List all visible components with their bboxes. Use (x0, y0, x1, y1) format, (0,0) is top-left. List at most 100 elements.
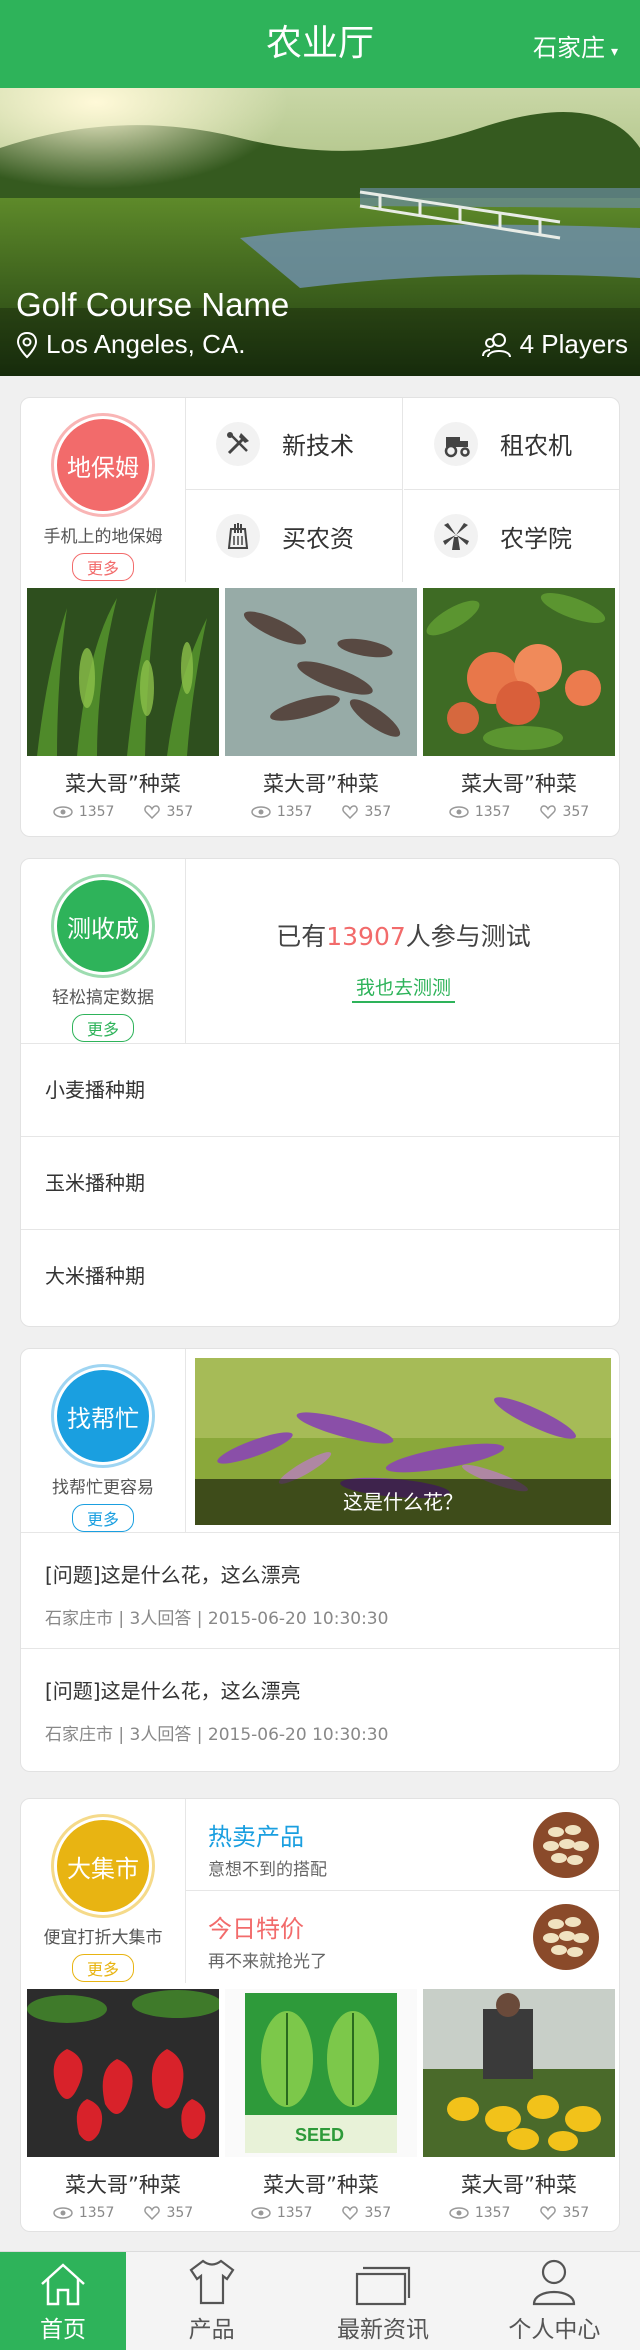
photo-card[interactable]: 菜大哥”种菜 1357 357 (423, 1989, 615, 2221)
eye-icon (53, 806, 73, 818)
photo-card[interactable]: 菜大哥”种菜 1357 357 (27, 588, 219, 820)
harvest-more-button[interactable]: 更多 (71, 1014, 134, 1042)
photo-stats: 1357 357 (225, 804, 417, 820)
heart-icon[interactable] (540, 2206, 557, 2220)
seed-packet-photo: SEED (225, 1989, 417, 2157)
photo-stats: 1357 357 (225, 2205, 417, 2221)
help-more-button[interactable]: 更多 (71, 1504, 134, 1532)
market-subtitle: 便宜打折大集市 (43, 1928, 163, 1948)
land-nanny-subtitle: 手机上的地保姆 (43, 527, 163, 547)
fish-photo (225, 588, 417, 756)
photo-card[interactable]: 菜大哥”种菜 1357 357 (27, 1989, 219, 2221)
heart-icon[interactable] (144, 805, 161, 819)
photo-caption: 菜大哥”种菜 (65, 2173, 181, 2197)
harvest-subtitle: 轻松搞定数据 (52, 988, 154, 1008)
help-circle[interactable]: 找帮忙 (54, 1367, 152, 1465)
user-icon (533, 2259, 576, 2306)
photo-card[interactable]: SEED 菜大哥”种菜 1357 357 (225, 1989, 417, 2221)
tab-home[interactable]: 首页 (0, 2252, 126, 2350)
photo-stats: 1357 357 (423, 804, 615, 820)
question-meta: 石家庄市 | 3人回答 | 2015-06-20 10:30:30 (45, 1609, 389, 1629)
try-test-link[interactable]: 我也去测测 (351, 977, 455, 1003)
section-land-nanny: 地保姆 手机上的地保姆 更多 新技术 租农机 买农资 农学院 菜大哥”种菜 13… (20, 397, 620, 837)
tab-profile[interactable]: 个人中心 (469, 2252, 640, 2350)
heart-icon[interactable] (540, 805, 557, 819)
list-item[interactable]: 小麦播种期 (21, 1043, 619, 1136)
view-count: 1357 (474, 804, 511, 820)
land-nanny-more-button[interactable]: 更多 (71, 553, 134, 581)
promo-hot[interactable]: 热卖产品 意想不到的搭配 (186, 1799, 619, 1891)
view-count: 1357 (276, 2205, 313, 2221)
tab-news[interactable]: 最新资讯 (297, 2252, 468, 2350)
land-nanny-circle[interactable]: 地保姆 (54, 416, 152, 514)
like-count: 357 (166, 804, 194, 820)
location-row: Los Angeles, CA. (16, 329, 289, 360)
city-selector[interactable]: 石家庄 ▾ (533, 0, 618, 88)
section-market: 大集市 便宜打折大集市 更多 热卖产品 意想不到的搭配 今日特价 再不来就抢光了… (20, 1798, 620, 2232)
tab-news-label: 最新资讯 (336, 2317, 429, 2343)
windmill-icon (434, 514, 478, 558)
section-find-help: 找帮忙 找帮忙更容易 更多 这是什么花？ [问题]这是什么花，这么漂亮 石家庄市 (20, 1348, 620, 1772)
flower-photo-card[interactable]: 这是什么花？ (195, 1358, 611, 1525)
caret-down-icon: ▾ (610, 44, 618, 60)
list-item[interactable]: 大米播种期 (21, 1229, 619, 1322)
question-title: [问题]这是什么花，这么漂亮 (45, 1679, 301, 1703)
harvest-circle[interactable]: 测收成 (54, 877, 152, 975)
grid-item-buy-supplies[interactable]: 买农资 (186, 490, 403, 582)
like-count: 357 (562, 2205, 590, 2221)
melon-farmer-photo (423, 1989, 615, 2157)
help-subtitle: 找帮忙更容易 (52, 1478, 154, 1498)
tab-products[interactable]: 产品 (126, 2252, 297, 2350)
tab-products-label: 产品 (188, 2317, 235, 2343)
heart-icon[interactable] (144, 2206, 161, 2220)
photo-card[interactable]: 菜大哥”种菜 1357 357 (423, 588, 615, 820)
photo-caption: 菜大哥”种菜 (263, 2173, 379, 2197)
section-harvest-test: 测收成 轻松搞定数据 更多 已有13907人参与测试 我也去测测 小麦播种期 玉… (20, 858, 620, 1327)
seed-bag-icon (216, 514, 260, 558)
test-count: 13907 (326, 922, 406, 951)
photo-caption: 菜大哥”种菜 (263, 772, 379, 796)
city-label: 石家庄 (532, 34, 605, 62)
market-circle[interactable]: 大集市 (54, 1817, 152, 1915)
heart-icon[interactable] (342, 805, 359, 819)
eye-icon (449, 806, 469, 818)
players-count: 4 Players (481, 329, 628, 360)
view-count: 1357 (474, 2205, 511, 2221)
grid-item-agri-academy[interactable]: 农学院 (404, 490, 619, 582)
help-block: 找帮忙 找帮忙更容易 更多 (21, 1349, 186, 1532)
photo-caption: 菜大哥”种菜 (65, 772, 181, 796)
market-block: 大集市 便宜打折大集市 更多 (21, 1799, 186, 1983)
promo-hot-subtitle: 意想不到的搭配 (208, 1860, 327, 1880)
grid-item-rent-machine[interactable]: 租农机 (404, 398, 619, 490)
strawberry-photo (27, 1989, 219, 2157)
promo-today-title: 今日特价 (208, 1915, 304, 1943)
location-pin-icon (16, 331, 38, 358)
grid-item-new-tech[interactable]: 新技术 (186, 398, 403, 490)
question-item[interactable]: [问题]这是什么花，这么漂亮 石家庄市 | 3人回答 | 2015-06-20 … (21, 1648, 619, 1764)
news-icon (355, 2266, 411, 2306)
promo-today[interactable]: 今日特价 再不来就抢光了 (186, 1891, 619, 1983)
svg-text:SEED: SEED (295, 2125, 344, 2145)
photo-card[interactable]: 菜大哥”种菜 1357 357 (225, 588, 417, 820)
players-text: 4 Players (519, 329, 628, 359)
market-more-button[interactable]: 更多 (71, 1954, 134, 1982)
heart-icon[interactable] (342, 2206, 359, 2220)
photo-stats: 1357 357 (423, 2205, 615, 2221)
view-count: 1357 (276, 804, 313, 820)
peach-photo (423, 588, 615, 756)
tools-icon (216, 421, 260, 466)
app-header: 农业厅 石家庄 ▾ (0, 0, 640, 88)
view-count: 1357 (78, 804, 115, 820)
shirt-icon (189, 2259, 235, 2305)
photo-stats: 1357 357 (27, 804, 219, 820)
tractor-icon (434, 421, 478, 466)
land-nanny-block: 地保姆 手机上的地保姆 更多 (21, 398, 186, 582)
photo-caption: 菜大哥”种菜 (461, 772, 577, 796)
hero-banner[interactable]: Golf Course Name Los Angeles, CA. 4 Play… (0, 88, 640, 376)
test-summary: 已有13907人参与测试 我也去测测 (186, 859, 619, 1043)
harvest-block: 测收成 轻松搞定数据 更多 (21, 859, 186, 1043)
list-item[interactable]: 玉米播种期 (21, 1136, 619, 1229)
question-item[interactable]: [问题]这是什么花，这么漂亮 石家庄市 | 3人回答 | 2015-06-20 … (21, 1532, 619, 1648)
test-count-text: 已有13907人参与测试 (276, 922, 531, 951)
peanut-basket-thumbnail (533, 1812, 599, 1878)
